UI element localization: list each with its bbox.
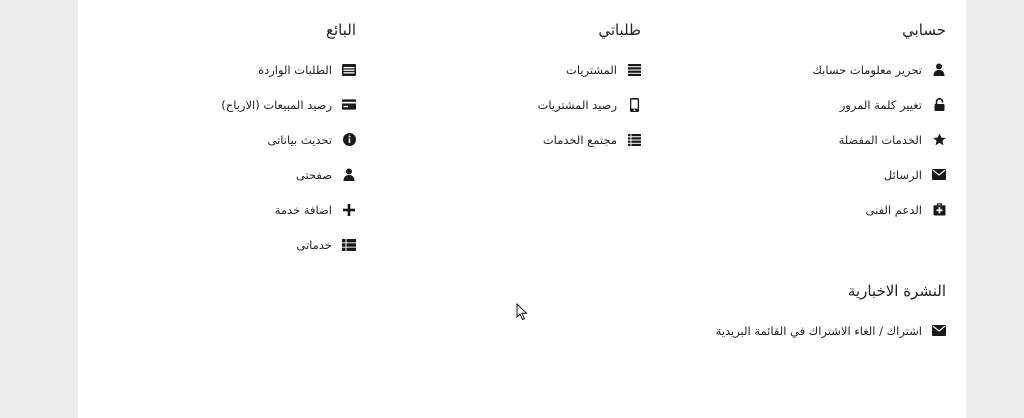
- medkit-icon: [932, 203, 946, 217]
- seller-title: البائع: [326, 21, 356, 39]
- list-bullets-icon: [627, 133, 641, 147]
- update-profile-label: تحديث بياناتى: [267, 132, 332, 147]
- support-link[interactable]: الدعم الفنى: [716, 192, 946, 227]
- services-community-label: مجتمع الخدمات: [542, 132, 617, 147]
- newsletter-subscribe-label: اشتراك / الغاء الاشتراك في القائمة البري…: [715, 323, 922, 338]
- mouse-cursor-icon: [516, 303, 528, 321]
- favorite-services-label: الخدمات المفضلة: [838, 132, 922, 147]
- mobile-icon: [627, 97, 641, 112]
- messages-label: الرسائل: [883, 167, 922, 182]
- left-gutter: [0, 0, 78, 418]
- my-page-label: صفحتى: [295, 167, 332, 182]
- orders-column: طلباتي المشتريات رصيد المشتريات مجتمع ال…: [401, 20, 641, 157]
- account-column: حسابي تحرير معلومات حسابك تغيير كلمة الم…: [716, 20, 946, 227]
- th-list-icon: [342, 238, 356, 252]
- support-label: الدعم الفنى: [865, 202, 922, 217]
- my-page-link[interactable]: صفحتى: [116, 157, 356, 192]
- add-service-link[interactable]: اضافة خدمة: [116, 192, 356, 227]
- account-menu-panel: حسابي تحرير معلومات حسابك تغيير كلمة الم…: [78, 0, 966, 418]
- sales-balance-link[interactable]: رصيد المبيعات (الارباح): [116, 87, 356, 122]
- my-services-link[interactable]: خدماتى: [116, 227, 356, 262]
- purchases-balance-link[interactable]: رصيد المشتريات: [401, 87, 641, 122]
- change-password-link[interactable]: تغيير كلمة المرور: [716, 87, 946, 122]
- newsletter-subscribe-link[interactable]: اشتراك / الغاء الاشتراك في القائمة البري…: [626, 313, 946, 348]
- purchases-balance-label: رصيد المشتريات: [537, 97, 617, 112]
- purchases-link[interactable]: المشتريات: [401, 52, 641, 87]
- right-gutter: [966, 0, 1024, 418]
- star-icon: [932, 133, 946, 147]
- user-icon: [932, 63, 946, 77]
- info-icon: [342, 133, 356, 147]
- edit-account-label: تحرير معلومات حسابك: [812, 62, 922, 77]
- list-icon: [627, 63, 641, 77]
- inbox-list-icon: [342, 63, 356, 77]
- messages-link[interactable]: الرسائل: [716, 157, 946, 192]
- purchases-label: المشتريات: [566, 62, 617, 77]
- envelope-icon: [932, 324, 946, 338]
- orders-title: طلباتي: [598, 21, 641, 39]
- credit-card-icon: [342, 98, 356, 112]
- edit-account-link[interactable]: تحرير معلومات حسابك: [716, 52, 946, 87]
- incoming-orders-link[interactable]: الطلبات الواردة: [116, 52, 356, 87]
- lock-icon: [932, 98, 946, 112]
- favorite-services-link[interactable]: الخدمات المفضلة: [716, 122, 946, 157]
- update-profile-link[interactable]: تحديث بياناتى: [116, 122, 356, 157]
- newsletter-title: النشرة الاخبارية: [847, 282, 946, 300]
- services-community-link[interactable]: مجتمع الخدمات: [401, 122, 641, 157]
- seller-column: البائع الطلبات الواردة رصيد المبيعات (ال…: [116, 20, 356, 262]
- add-service-label: اضافة خدمة: [274, 202, 332, 217]
- my-services-label: خدماتى: [296, 237, 332, 252]
- incoming-orders-label: الطلبات الواردة: [258, 62, 332, 77]
- envelope-icon: [932, 168, 946, 182]
- account-title: حسابي: [902, 21, 946, 39]
- sales-balance-label: رصيد المبيعات (الارباح): [221, 97, 332, 112]
- plus-icon: [342, 203, 356, 217]
- change-password-label: تغيير كلمة المرور: [839, 97, 922, 112]
- user-icon: [342, 168, 356, 182]
- newsletter-section: النشرة الاخبارية اشتراك / الغاء الاشتراك…: [626, 281, 946, 348]
